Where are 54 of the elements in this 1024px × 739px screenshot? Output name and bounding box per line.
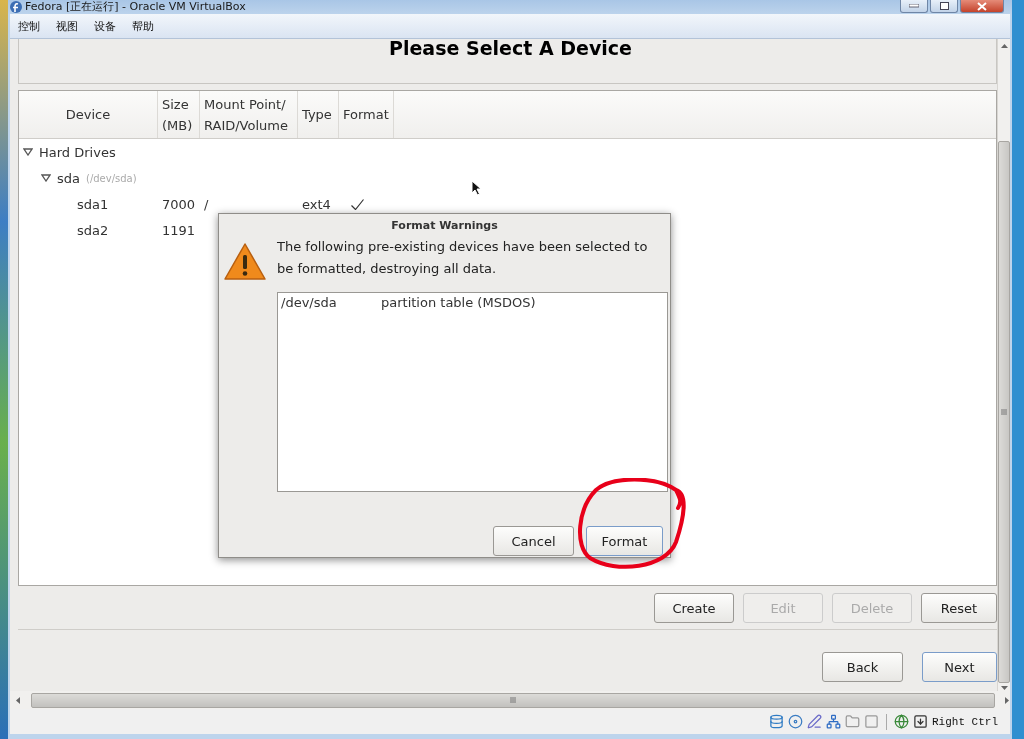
mount-cell-text: / — [203, 196, 210, 212]
device-name[interactable]: sda2 — [77, 222, 109, 238]
action-button[interactable]: Reset — [921, 593, 997, 623]
mouse-cursor-icon — [471, 180, 482, 196]
device-path: (/dev/sda) — [86, 172, 137, 184]
close-icon — [976, 1, 988, 11]
column-header[interactable]: Format — [339, 91, 394, 138]
size-cell-text: 7000 — [161, 196, 197, 212]
dialog-message: The following pre-existing devices have been selected to be formatted, destroying all data. — [277, 238, 649, 278]
menu-item[interactable]: 帮助 — [124, 18, 162, 34]
close-button[interactable] — [960, 0, 1004, 13]
menu-item[interactable]: 设备 — [86, 18, 124, 34]
minimize-button[interactable] — [900, 0, 928, 13]
type-cell-text: ext4 — [301, 196, 332, 212]
pen-icon[interactable] — [807, 714, 822, 729]
scroll-left-icon[interactable] — [16, 696, 21, 704]
window-title: Fedora [正在运行] - Oracle VM VirtualBox — [25, 0, 247, 14]
device-name[interactable]: sda — [57, 170, 80, 186]
column-header[interactable]: Size (MB) — [158, 91, 200, 138]
scroll-thumb[interactable] — [998, 140, 1010, 684]
page-title: Please Select A Device — [388, 39, 632, 61]
dialog-button[interactable]: Cancel — [493, 526, 574, 556]
arrow-down-icon[interactable] — [913, 714, 928, 729]
hard-disk-icon[interactable] — [769, 714, 784, 729]
optical-disc-icon[interactable] — [788, 714, 803, 729]
column-header[interactable]: Mount Point/ RAID/Volume — [200, 91, 298, 138]
maximize-button[interactable] — [930, 0, 958, 13]
list-device: /dev/sda — [281, 295, 338, 310]
menu-item[interactable]: 控制 — [10, 18, 48, 34]
dialog-button[interactable]: Format — [586, 526, 663, 556]
device-name[interactable]: sda1 — [77, 196, 109, 212]
folder-icon[interactable] — [845, 714, 860, 729]
column-header[interactable]: Device — [19, 91, 158, 138]
size-cell-text: 1191 — [161, 222, 197, 238]
action-button[interactable]: Create — [654, 593, 734, 623]
maximize-icon — [939, 2, 949, 10]
expander-icon[interactable] — [23, 148, 33, 156]
scroll-right-icon[interactable] — [1005, 696, 1010, 704]
minimize-icon — [909, 4, 919, 8]
globe-icon[interactable] — [894, 714, 909, 729]
dialog-title: Format Warnings — [390, 217, 499, 234]
nav-button[interactable]: Next — [922, 652, 997, 682]
device-name[interactable]: Hard Drives — [39, 144, 116, 160]
menu-item[interactable]: 视图 — [48, 18, 86, 34]
warning-icon — [223, 242, 267, 282]
expander-icon[interactable] — [41, 174, 51, 182]
app-logo-icon — [10, 1, 22, 13]
list-description: partition table (MSDOS) — [381, 295, 536, 310]
nav-button[interactable]: Back — [822, 652, 903, 682]
network-icon[interactable] — [826, 714, 841, 729]
scroll-up-icon[interactable] — [1000, 44, 1008, 49]
column-header[interactable]: Type — [298, 91, 339, 138]
vertical-scrollbar[interactable] — [997, 39, 1010, 691]
host-key-label: Right Ctrl — [932, 715, 998, 728]
